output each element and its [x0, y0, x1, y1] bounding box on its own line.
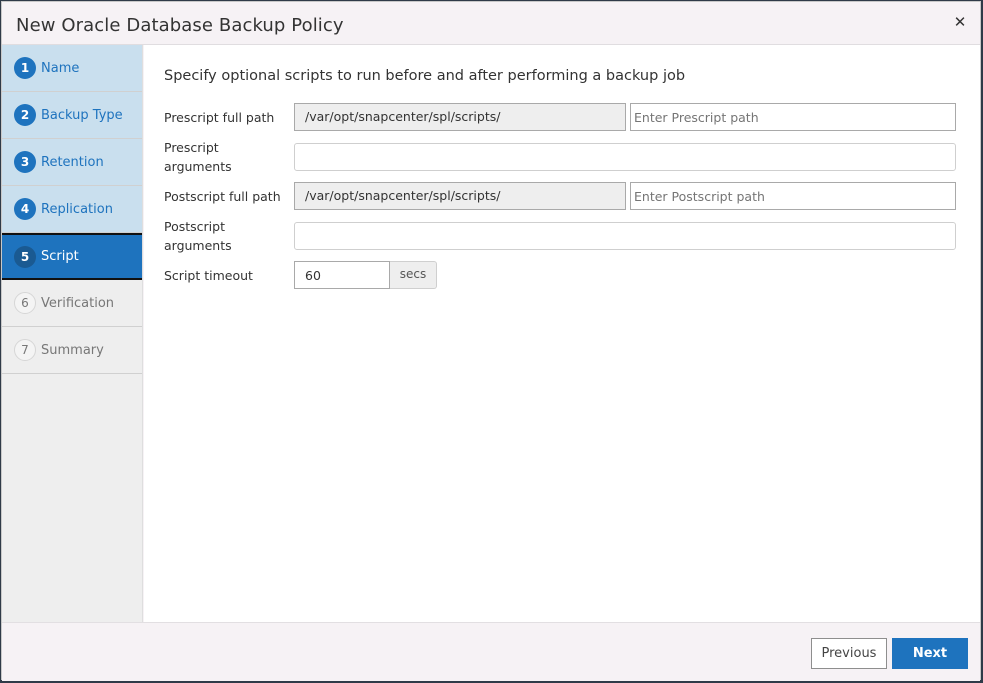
postscript-arguments-label: Postscript arguments [164, 217, 232, 255]
step-number-badge: 3 [14, 151, 36, 173]
backup-policy-dialog: New Oracle Database Backup Policy ✕ 1 Na… [1, 1, 981, 681]
step-replication[interactable]: 4 Replication [2, 186, 142, 233]
dialog-titlebar: New Oracle Database Backup Policy ✕ [2, 2, 980, 45]
step-label: Name [41, 60, 80, 76]
step-verification[interactable]: 6 Verification [2, 280, 142, 327]
step-number-badge: 1 [14, 57, 36, 79]
wizard-steps-sidebar: 1 Name 2 Backup Type 3 Retention 4 Repli… [2, 45, 143, 622]
section-heading: Specify optional scripts to run before a… [164, 68, 686, 84]
step-number-badge: 7 [14, 339, 36, 361]
step-number-badge: 2 [14, 104, 36, 126]
prescript-arguments-input[interactable] [294, 143, 956, 171]
postscript-path-prefix: /var/opt/snapcenter/spl/scripts/ [294, 182, 626, 210]
prescript-path-label: Prescript full path [164, 110, 275, 125]
next-button[interactable]: Next [892, 638, 968, 669]
timeout-unit-addon: secs [390, 261, 437, 289]
script-timeout-label: Script timeout [164, 268, 253, 283]
label-line: arguments [164, 238, 232, 253]
script-settings-panel: Specify optional scripts to run before a… [144, 45, 980, 622]
dialog-footer: Previous Next [2, 622, 980, 681]
previous-button[interactable]: Previous [811, 638, 887, 669]
prescript-path-prefix: /var/opt/snapcenter/spl/scripts/ [294, 103, 626, 131]
step-script[interactable]: 5 Script [2, 233, 142, 280]
step-label: Retention [41, 154, 104, 170]
label-line: Prescript [164, 140, 219, 155]
postscript-arguments-input[interactable] [294, 222, 956, 250]
step-label: Backup Type [41, 107, 123, 123]
prescript-arguments-label: Prescript arguments [164, 138, 232, 176]
close-icon[interactable]: ✕ [952, 14, 968, 30]
step-label: Summary [41, 342, 104, 358]
step-name[interactable]: 1 Name [2, 45, 142, 92]
postscript-path-input[interactable] [630, 182, 956, 210]
label-line: Postscript [164, 219, 225, 234]
label-line: arguments [164, 159, 232, 174]
step-summary[interactable]: 7 Summary [2, 327, 142, 374]
step-label: Verification [41, 295, 115, 311]
step-label: Script [41, 249, 79, 264]
postscript-path-label: Postscript full path [164, 189, 281, 204]
step-backup-type[interactable]: 2 Backup Type [2, 92, 142, 139]
script-timeout-input[interactable] [294, 261, 390, 289]
step-label: Replication [41, 201, 113, 217]
step-number-badge: 5 [14, 245, 36, 268]
step-retention[interactable]: 3 Retention [2, 139, 142, 186]
step-number-badge: 4 [14, 198, 36, 220]
dialog-title: New Oracle Database Backup Policy [16, 15, 344, 36]
step-number-badge: 6 [14, 292, 36, 314]
prescript-path-input[interactable] [630, 103, 956, 131]
